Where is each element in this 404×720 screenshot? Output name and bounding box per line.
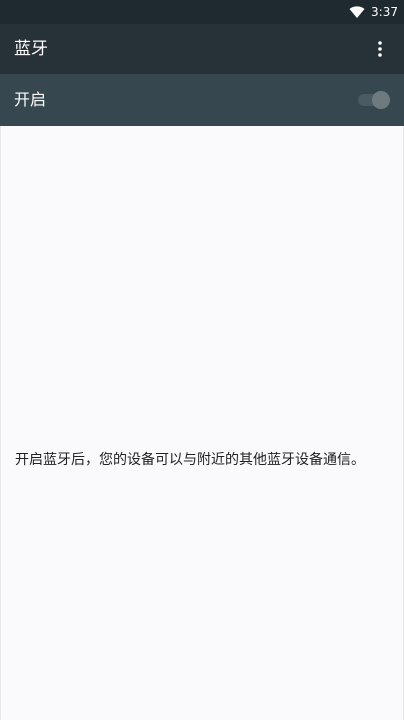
bluetooth-switch-row[interactable]: 开启 <box>0 74 404 126</box>
status-time: 3:37 <box>371 5 398 19</box>
content-area: 开启蓝牙后，您的设备可以与附近的其他蓝牙设备通信。 <box>0 126 404 720</box>
status-icons: 3:37 <box>349 0 398 24</box>
more-vert-icon <box>378 41 382 57</box>
toggle-thumb <box>372 91 390 109</box>
wifi-icon <box>349 6 365 18</box>
overflow-menu-button[interactable] <box>364 33 396 65</box>
bluetooth-toggle[interactable] <box>358 91 390 109</box>
page-title: 蓝牙 <box>14 39 48 59</box>
app-bar: 蓝牙 <box>0 24 404 74</box>
bluetooth-info-text: 开启蓝牙后，您的设备可以与附近的其他蓝牙设备通信。 <box>15 452 365 468</box>
status-bar: 3:37 <box>0 0 404 24</box>
bluetooth-switch-label: 开启 <box>14 90 47 109</box>
